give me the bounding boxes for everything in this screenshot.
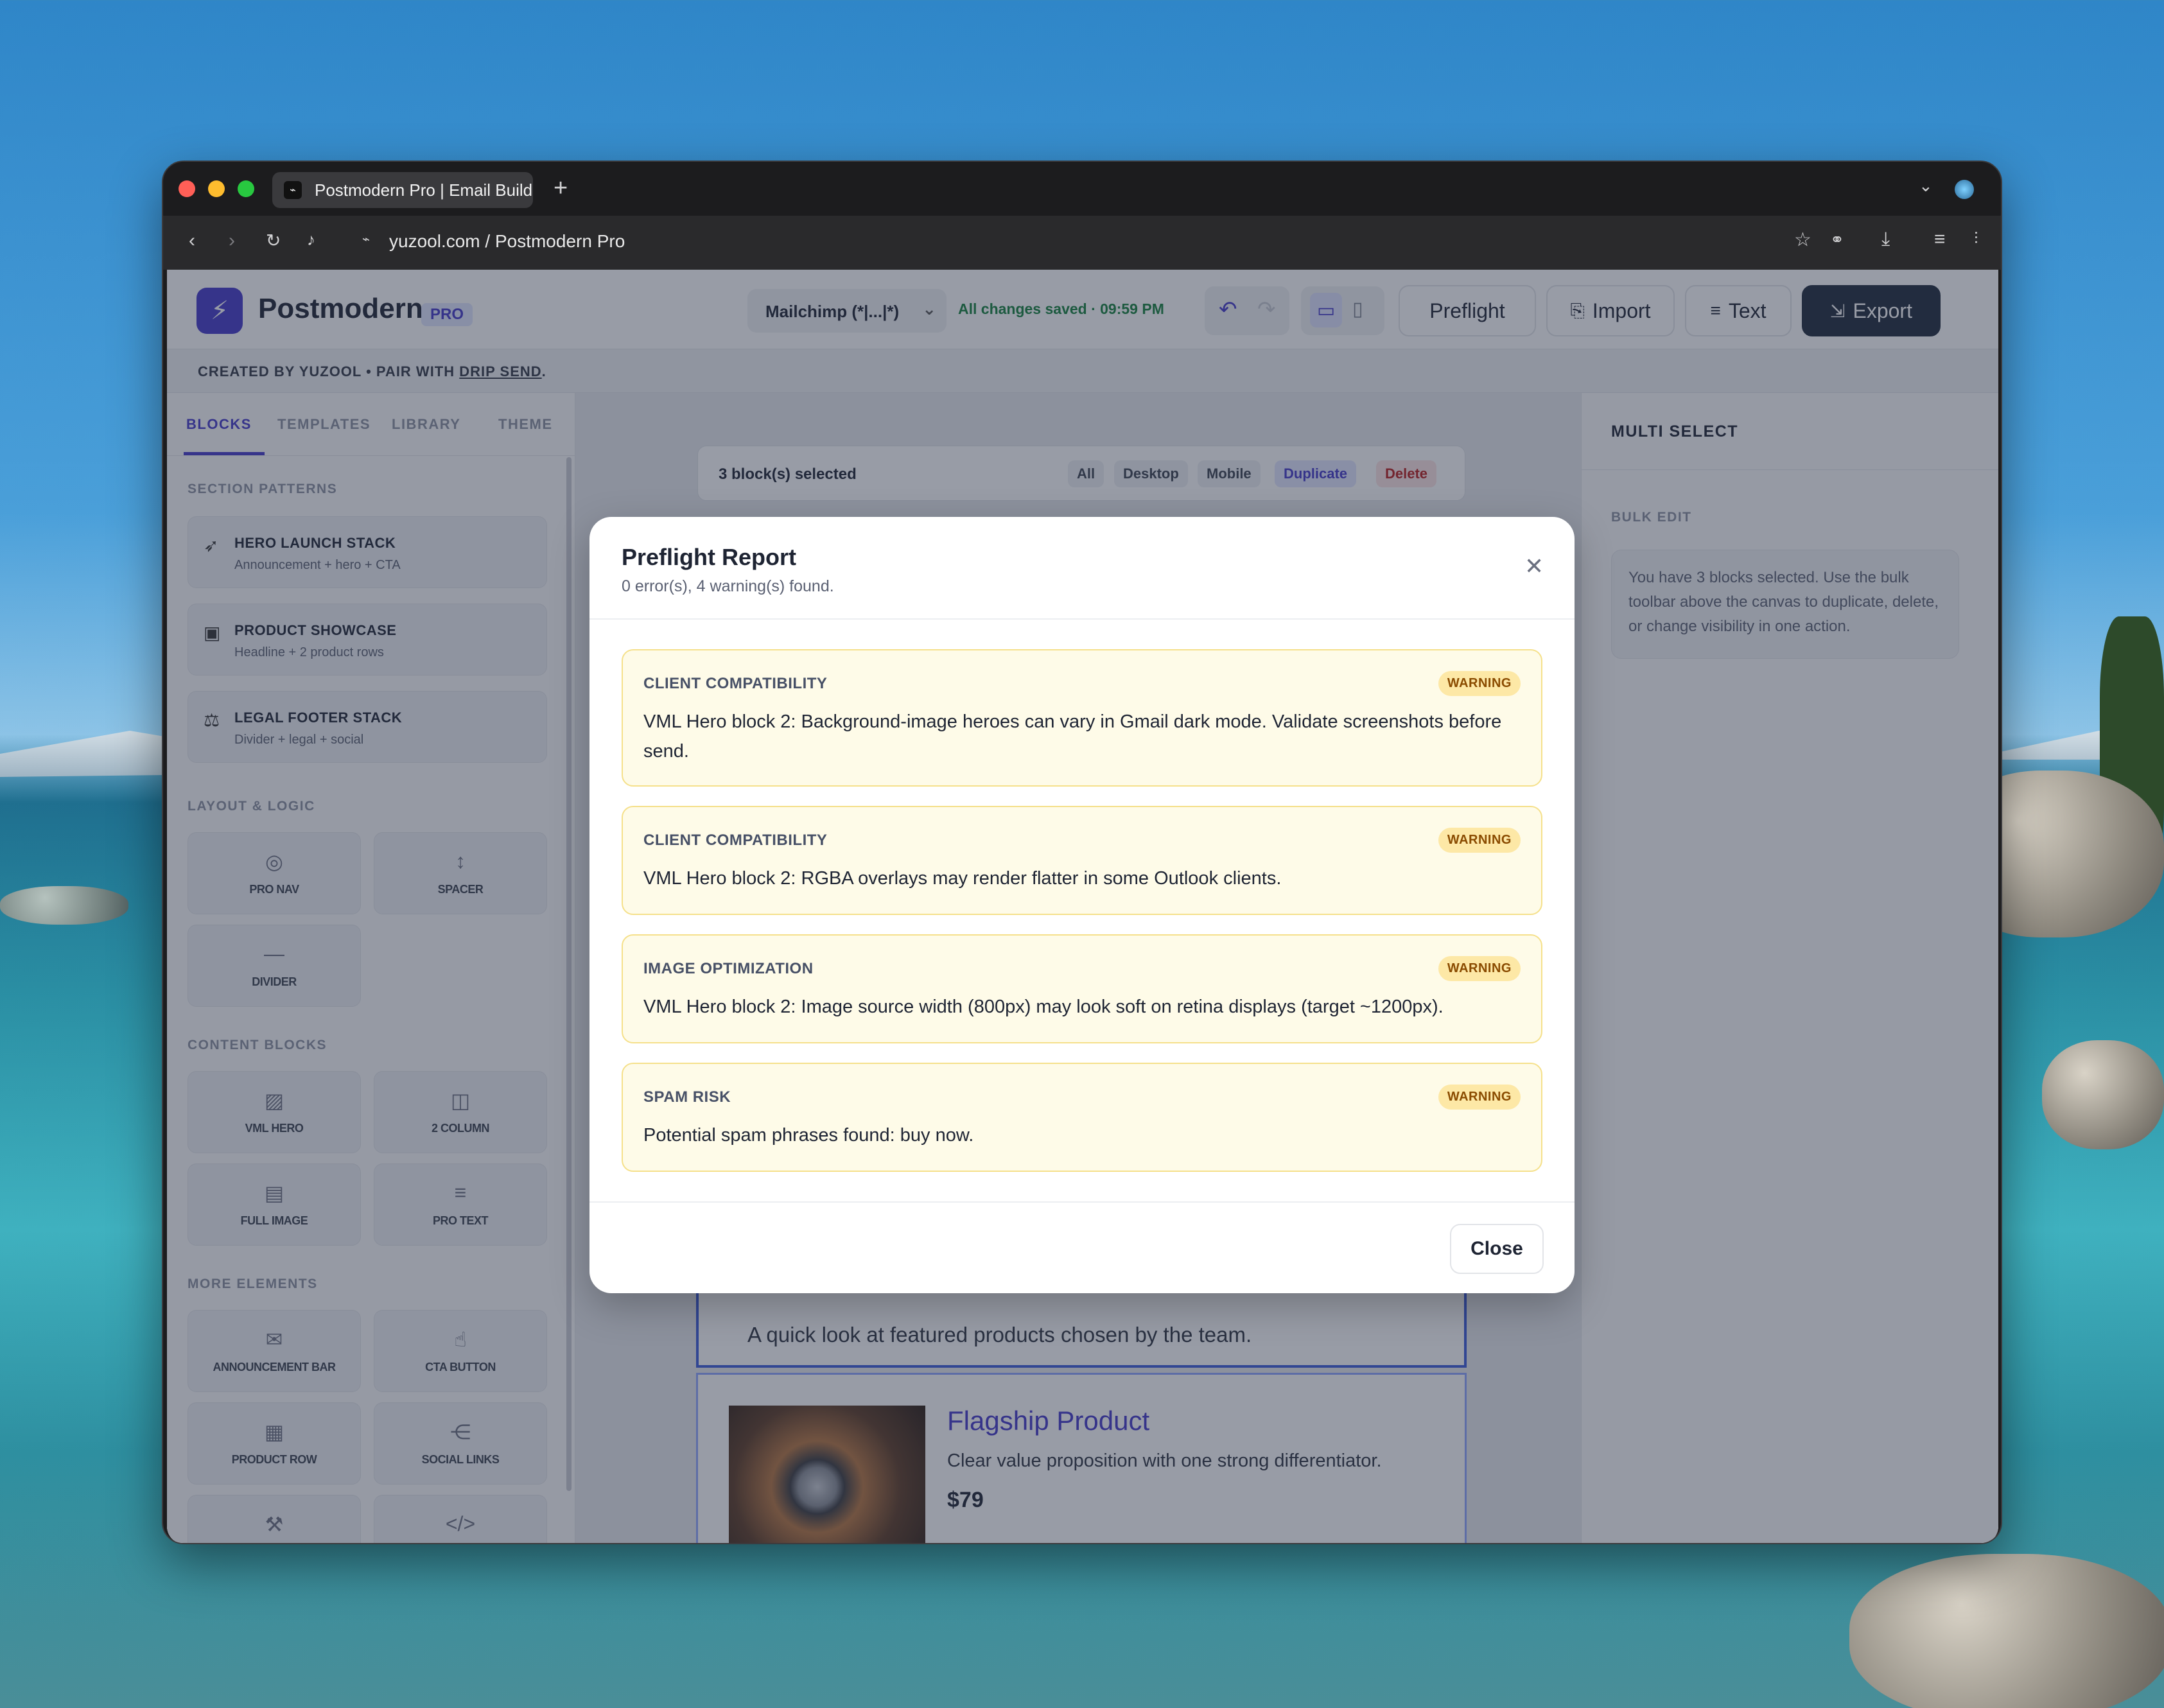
tab-bar: ⌁ Postmodern Pro | Email Builder + ⌄ xyxy=(163,162,2001,216)
warning-category: CLIENT COMPATIBILITY xyxy=(643,832,828,849)
warning-card: CLIENT COMPATIBILITY WARNING VML Hero bl… xyxy=(622,806,1542,915)
rock xyxy=(2042,1040,2164,1149)
warning-category: CLIENT COMPATIBILITY xyxy=(643,675,828,692)
menu-lines-icon[interactable]: ≡ xyxy=(1934,229,1946,250)
address-bar: ‹ › ↻ ♪ ⌁ yuzool.com / Postmodern Pro ☆ … xyxy=(163,216,2001,270)
profile-icon[interactable] xyxy=(1955,180,1974,199)
preflight-modal: Preflight Report 0 error(s), 4 warning(s… xyxy=(589,517,1575,1293)
site-favicon-icon: ⌁ xyxy=(284,181,302,199)
download-icon[interactable]: ⤓ xyxy=(1881,229,1890,250)
minimize-window-button[interactable] xyxy=(208,180,225,197)
reload-icon[interactable]: ↻ xyxy=(266,230,281,251)
tab-list-chevron-icon[interactable]: ⌄ xyxy=(1919,176,1933,196)
warning-card: SPAM RISK WARNING Potential spam phrases… xyxy=(622,1063,1542,1172)
warning-card: CLIENT COMPATIBILITY WARNING VML Hero bl… xyxy=(622,649,1542,787)
close-window-button[interactable] xyxy=(179,180,195,197)
warning-badge: WARNING xyxy=(1438,671,1521,696)
close-button[interactable]: Close xyxy=(1450,1224,1544,1274)
close-button-label: Close xyxy=(1470,1238,1523,1259)
forward-icon[interactable]: › xyxy=(229,230,235,252)
modal-header-divider xyxy=(589,618,1575,620)
warning-message: Potential spam phrases found: buy now. xyxy=(643,1125,974,1146)
back-icon[interactable]: ‹ xyxy=(189,230,195,252)
new-tab-button[interactable]: + xyxy=(554,175,568,202)
tab-title: Postmodern Pro | Email Builder xyxy=(315,180,533,200)
modal-title: Preflight Report xyxy=(622,544,797,570)
warning-message: VML Hero block 2: Image source width (80… xyxy=(643,997,1444,1017)
warning-badge: WARNING xyxy=(1438,956,1521,981)
url-text[interactable]: yuzool.com / Postmodern Pro xyxy=(389,231,625,252)
browser-tab[interactable]: ⌁ Postmodern Pro | Email Builder xyxy=(272,172,533,208)
warning-badge: WARNING xyxy=(1438,828,1521,853)
warning-card: IMAGE OPTIMIZATION WARNING VML Hero bloc… xyxy=(622,934,1542,1043)
bookmark-star-icon[interactable]: ☆ xyxy=(1794,229,1811,251)
warning-category: SPAM RISK xyxy=(643,1088,731,1106)
site-info-icon[interactable]: ⌁ xyxy=(362,231,370,247)
warning-message: VML Hero block 2: Background-image heroe… xyxy=(643,711,1502,762)
close-icon[interactable]: ✕ xyxy=(1524,553,1544,580)
warning-message: VML Hero block 2: RGBA overlays may rend… xyxy=(643,868,1282,889)
link-icon[interactable]: ⚭ xyxy=(1830,230,1844,250)
rock xyxy=(1849,1554,2164,1708)
rock xyxy=(0,886,128,925)
warning-badge: WARNING xyxy=(1438,1085,1521,1110)
zoom-window-button[interactable] xyxy=(238,180,254,197)
warning-category: IMAGE OPTIMIZATION xyxy=(643,960,814,977)
microphone-icon[interactable]: ♪ xyxy=(307,230,315,250)
modal-summary: 0 error(s), 4 warning(s) found. xyxy=(622,577,834,595)
modal-footer-divider xyxy=(589,1201,1575,1203)
audio-wave-icon[interactable]: ⫶ xyxy=(1974,229,1978,249)
